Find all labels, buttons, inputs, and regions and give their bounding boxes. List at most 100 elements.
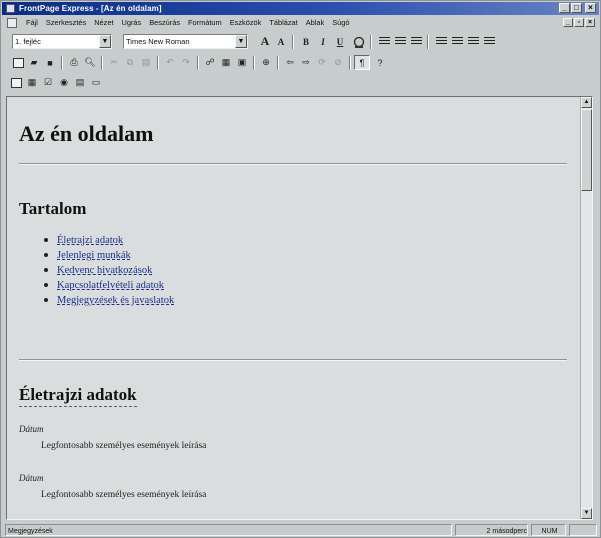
menu-go[interactable]: Ugrás [118,17,146,29]
paste-button[interactable]: ▤ [138,55,154,70]
increase-font-size-button[interactable]: A [257,34,273,49]
definition-term[interactable]: Dátum [19,473,44,483]
menu-edit[interactable]: Szerkesztés [42,17,90,29]
toc-link-biography[interactable]: Életrajzi adatok [57,235,123,246]
help-pointer-button[interactable]: ? [372,55,388,70]
doc-restore-button[interactable]: ▫ [574,18,584,27]
insert-table-button[interactable]: ▦ [218,55,234,70]
print-preview-button[interactable]: 🔍︎ [82,55,98,70]
page-heading[interactable]: Az én oldalam [19,121,153,147]
maximize-button[interactable]: □ [571,3,582,13]
back-button[interactable]: ⇦ [282,55,298,70]
redo-button[interactable]: ↷ [178,55,194,70]
form-dropdown-button[interactable]: ▤ [72,75,88,90]
forward-button[interactable]: ⇨ [298,55,314,70]
copy-button[interactable]: ⧉ [122,55,138,70]
align-center-button[interactable] [392,34,408,49]
bulleted-list-button[interactable] [449,34,465,49]
scroll-down-button[interactable]: ▼ [581,508,592,519]
align-left-button[interactable] [376,34,392,49]
increase-indent-button[interactable] [481,34,497,49]
menu-format[interactable]: Formátum [184,17,226,29]
italic-button[interactable]: I [315,34,331,49]
form-textbox-button[interactable] [8,75,24,90]
chevron-down-icon[interactable]: ▼ [235,35,247,48]
minimize-button[interactable]: _ [559,3,570,13]
align-right-button[interactable] [408,34,424,49]
save-button[interactable]: ■ [42,55,58,70]
font-select[interactable]: Times New Roman ▼ [123,34,248,49]
definition-term[interactable]: Dátum [19,424,44,434]
paragraph-style-select[interactable]: 1. fejléc ▼ [12,34,112,49]
form-radio-button[interactable]: ◉ [56,75,72,90]
scroll-thumb[interactable] [581,109,592,191]
num-lock-indicator: NUM [541,528,558,535]
numbered-list-button[interactable] [433,34,449,49]
vertical-scrollbar[interactable]: ▲ ▼ [580,97,592,519]
decrease-font-size-button[interactable]: A [273,34,289,49]
scroll-up-button[interactable]: ▲ [581,97,592,108]
chevron-down-icon[interactable]: ▼ [99,35,111,48]
window-controls: _ □ × [559,3,596,13]
stop-icon: ⊘ [334,57,342,67]
definition-description[interactable]: Legfontosabb személyes események leírása [41,441,206,451]
close-button[interactable]: × [585,3,596,13]
page-content[interactable]: Az én oldalam Tartalom Életrajzi adatok … [7,97,580,519]
menu-help[interactable]: Súgó [328,17,353,29]
frontpage-window: FrontPage Express - [Az én oldalam] _ □ … [0,0,601,538]
underline-button[interactable]: U [332,34,348,49]
menu-view[interactable]: Nézet [90,17,117,29]
refresh-button[interactable]: ⟳ [314,55,330,70]
open-button[interactable]: ▰ [26,55,42,70]
form-checkbox-button[interactable]: ☑ [40,75,56,90]
definition-description[interactable]: Legfontosabb személyes események leírása [41,490,206,500]
form-scrolling-textbox-button[interactable]: ▦ [24,75,40,90]
numbered-list-icon [435,37,447,46]
decrease-indent-button[interactable] [465,34,481,49]
bulleted-list-icon [451,37,463,46]
print-icon: ⎙ [70,57,78,67]
align-center-icon [394,37,406,46]
menu-tools[interactable]: Eszközök [226,17,266,29]
toc-link-contact[interactable]: Kapcsolatfelvételi adatok [57,280,164,291]
document-icon[interactable] [7,18,17,28]
undo-button[interactable]: ↶ [162,55,178,70]
new-page-button[interactable] [10,55,26,70]
title-bar[interactable]: FrontPage Express - [Az én oldalam] _ □ … [2,2,599,15]
text-color-button[interactable] [351,34,367,49]
page-editor[interactable]: Az én oldalam Tartalom Életrajzi adatok … [6,96,593,520]
toc-item: Jelenlegi munkák [43,248,174,263]
doc-close-button[interactable]: × [585,18,595,27]
text-color-icon [353,36,365,48]
cut-button[interactable]: ✂ [106,55,122,70]
toolbar-separator [101,56,103,70]
toc-link-current-work[interactable]: Jelenlegi munkák [57,250,131,261]
open-icon: ▰ [30,57,38,67]
show-formatting-marks-button[interactable]: ¶ [354,55,370,70]
toc-link-comments[interactable]: Megjegyzések és javaslatok [57,295,174,306]
toolbar-separator [349,56,351,70]
hyperlink-icon: ⊕ [262,57,270,67]
redo-icon: ↷ [182,57,190,67]
print-button[interactable]: ⎙ [66,55,82,70]
menu-insert[interactable]: Beszúrás [145,17,184,29]
toc-link-favorite-links[interactable]: Kedvenc hivatkozások [57,265,152,276]
insert-image-button[interactable]: ▣ [234,55,250,70]
download-time-panel: 2 másodperc [455,524,528,536]
menu-table[interactable]: Táblázat [265,17,301,29]
bold-button[interactable]: B [298,34,314,49]
frontpage-app-icon[interactable] [6,4,15,13]
hyperlink-button[interactable]: ⊕ [258,55,274,70]
paragraph-style-value: 1. fejléc [15,37,41,46]
form-push-button[interactable]: ▭ [88,75,104,90]
doc-minimize-button[interactable]: _ [563,18,573,27]
toc-heading[interactable]: Tartalom [19,199,86,219]
menu-file[interactable]: Fájl [22,17,42,29]
forward-icon: ⇨ [302,57,310,67]
back-icon: ⇦ [286,57,294,67]
scrolling-textbox-icon: ▦ [27,77,37,87]
stop-button[interactable]: ⊘ [330,55,346,70]
biography-heading[interactable]: Életrajzi adatok [19,385,137,407]
menu-window[interactable]: Ablak [302,17,329,29]
web-bot-button[interactable]: ☍ [202,55,218,70]
